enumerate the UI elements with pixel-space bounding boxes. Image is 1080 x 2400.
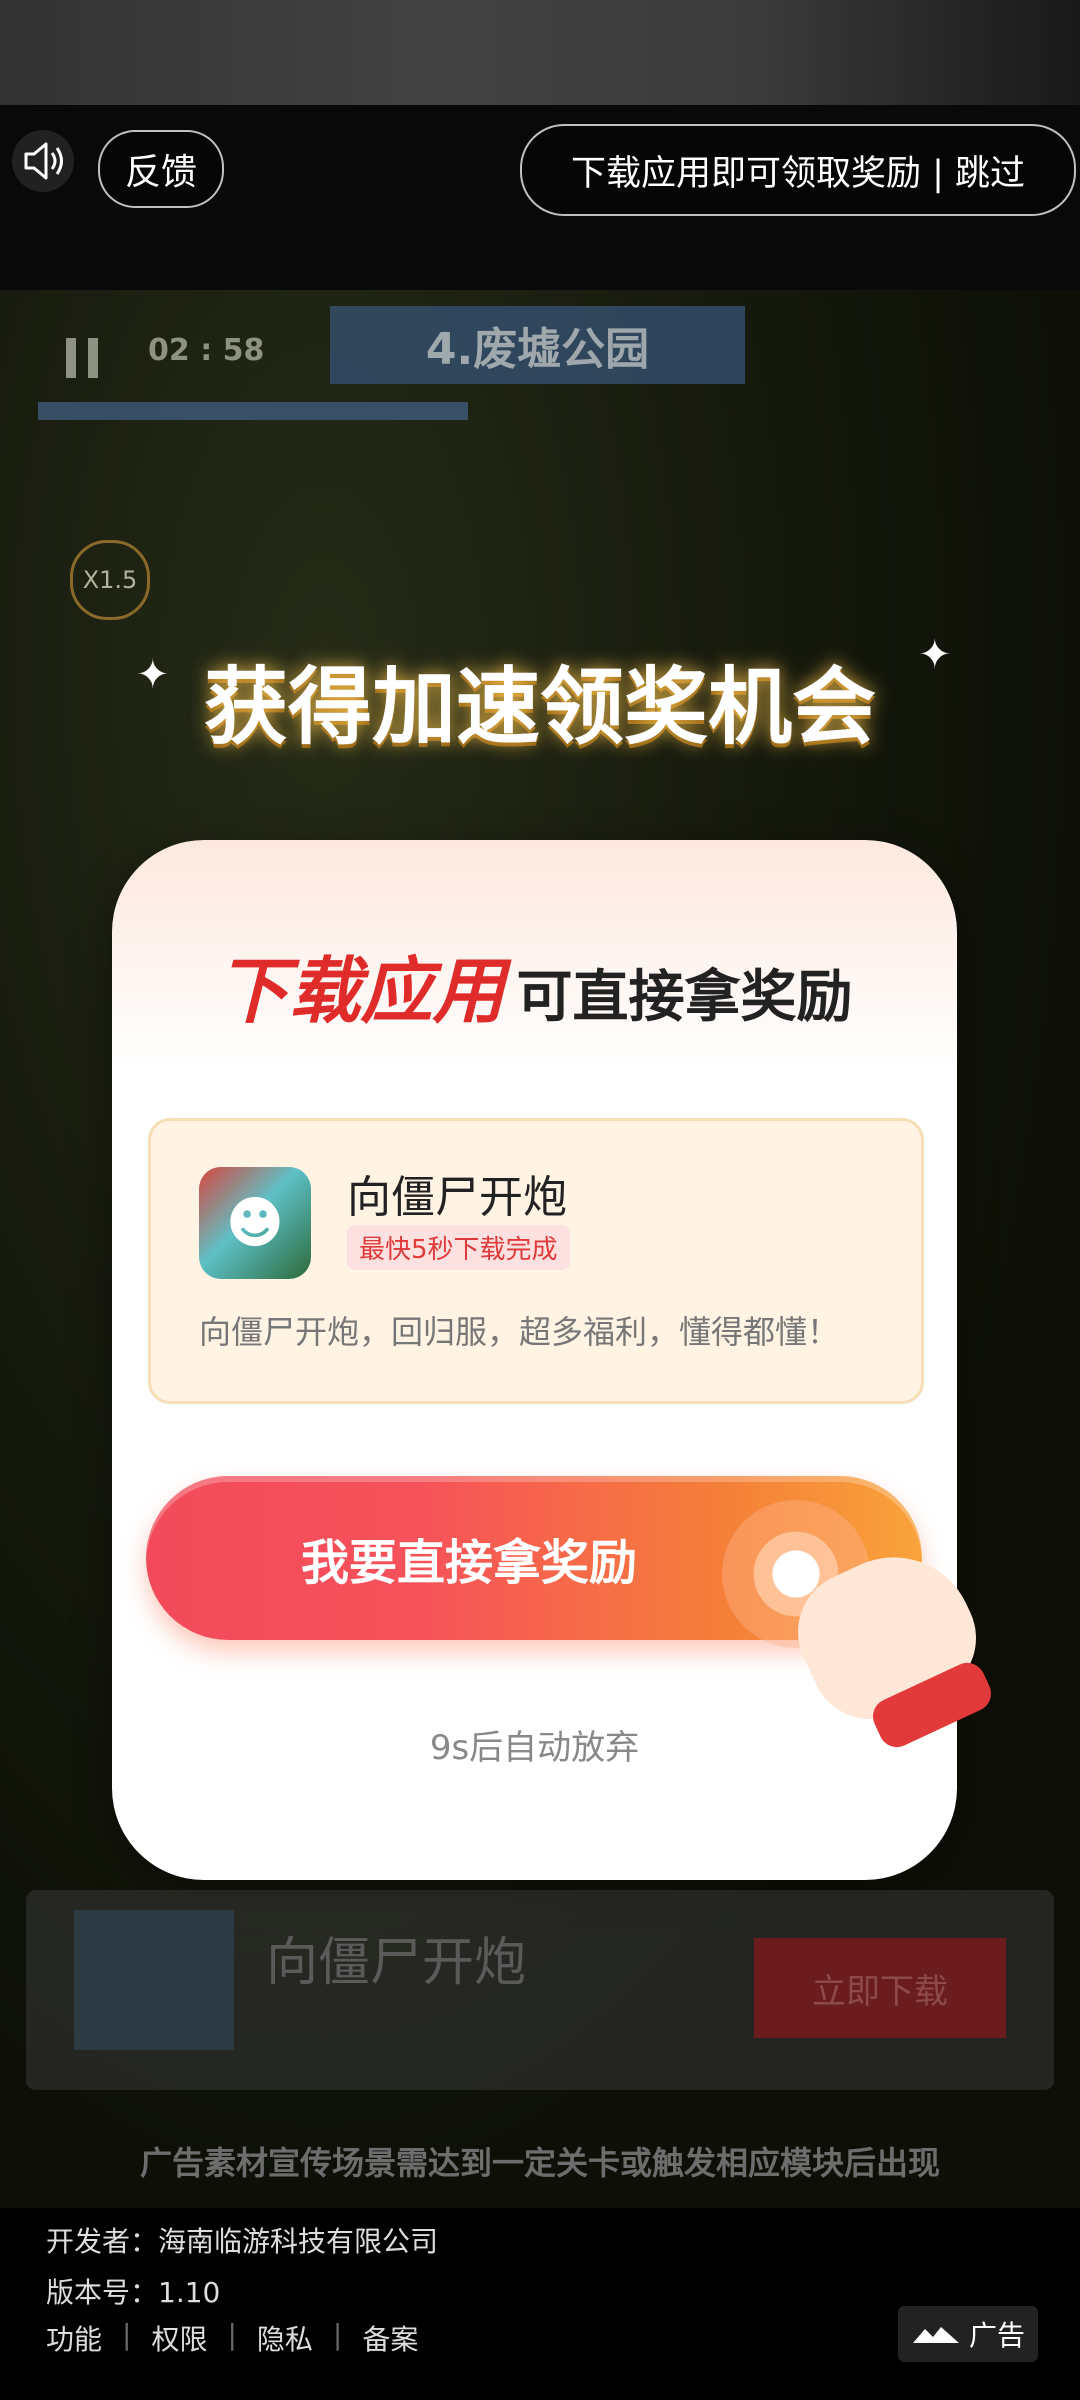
app-icon: ☻: [199, 1167, 311, 1279]
footer: 开发者：海南临游科技有限公司 版本号：1.10 功能 | 权限 | 隐私 | 备…: [0, 2208, 1080, 2400]
auto-dismiss-countdown: 9s后自动放弃: [429, 1728, 640, 1768]
game-timer: 02 : 58: [148, 333, 265, 368]
reward-headline: 获得加速领奖机会: [203, 658, 876, 756]
footer-links: 功能 | 权限 | 隐私 | 备案: [46, 2318, 418, 2358]
modal-title-rest: 可直接拿奖励: [516, 965, 853, 1030]
game-progress-bar: [38, 402, 468, 420]
download-now-button[interactable]: 立即下载: [754, 1938, 1006, 2038]
download-speed-badge: 最快5秒下载完成: [347, 1225, 570, 1270]
speaker-icon: [24, 142, 63, 180]
ad-badge: 广告: [898, 2306, 1038, 2362]
app-name: 向僵尸开炮: [347, 1172, 567, 1223]
divider: |: [332, 2318, 343, 2351]
app-thumbnail: [74, 1910, 234, 2050]
pause-icon: [66, 338, 102, 378]
modal-title-highlight: 下载应用: [216, 949, 505, 1033]
divider: |: [227, 2318, 237, 2351]
background-app-card: 向僵尸开炮 立即下载: [26, 1890, 1054, 2090]
game-level-title: 4.废墟公园: [330, 306, 745, 384]
divider: |: [122, 2318, 132, 2351]
link-features[interactable]: 功能: [46, 2318, 102, 2358]
link-privacy[interactable]: 隐私: [257, 2318, 313, 2358]
developer-info: 开发者：海南临游科技有限公司: [46, 2225, 439, 2258]
background-app-name: 向僵尸开炮: [266, 1933, 527, 1993]
feedback-button[interactable]: 反馈: [98, 130, 224, 208]
skip-button[interactable]: 下载应用即可领取奖励 | 跳过: [520, 124, 1076, 216]
sound-toggle-button[interactable]: [12, 130, 74, 192]
game-multiplier: X1.5: [70, 540, 150, 620]
reward-modal: 下载应用 可直接拿奖励 ☻ 向僵尸开炮 最快5秒下载完成 向僵尸开炮，回归服，超多…: [112, 840, 997, 1880]
modal-title: 下载应用 可直接拿奖励: [112, 932, 957, 1037]
ad-label: 广告: [968, 2319, 1025, 2352]
version-info: 版本号：1.10: [46, 2276, 221, 2309]
ad-disclaimer: 广告素材宣传场景需达到一定关卡或触发相应模块后出现: [139, 2144, 940, 2182]
ad-logo-icon: [912, 2327, 959, 2343]
app-description: 向僵尸开炮，回归服，超多福利，懂得都懂！: [199, 1313, 840, 1351]
link-permissions[interactable]: 权限: [151, 2318, 207, 2358]
link-filing[interactable]: 备案: [362, 2318, 418, 2358]
app-card[interactable]: ☻ 向僵尸开炮 最快5秒下载完成 向僵尸开炮，回归服，超多福利，懂得都懂！: [148, 1118, 924, 1404]
